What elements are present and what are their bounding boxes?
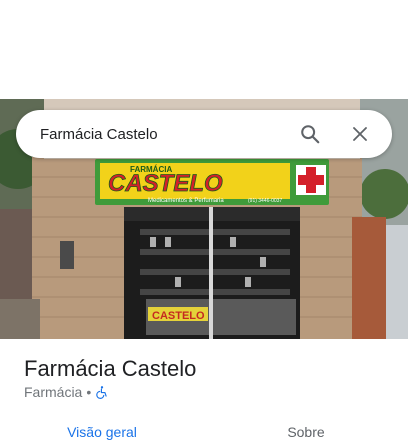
counter-text: CASTELO [152,310,205,322]
place-meta: Farmácia • [24,384,109,400]
tab-sobre[interactable]: Sobre [204,418,408,440]
search-icon [301,125,320,144]
search-button[interactable] [292,116,328,152]
meta-separator: • [86,384,92,400]
wheelchair-icon [96,386,107,399]
search-bar[interactable]: Farmácia Castelo [16,110,392,158]
place-category: Farmácia [24,384,83,400]
close-icon [353,127,367,141]
tab-visao-geral[interactable]: Visão geral [0,418,204,440]
sign-phone: (91) 3446-0037 [248,198,282,204]
sign-subtitle: Medicamentos & Perfumaria [148,198,224,204]
close-button[interactable] [342,116,378,152]
search-input[interactable]: Farmácia Castelo [40,126,292,143]
place-title: Farmácia Castelo [24,356,197,381]
place-tabs: Visão geral Sobre [0,418,408,440]
sign-main-text: CASTELO [108,170,223,197]
